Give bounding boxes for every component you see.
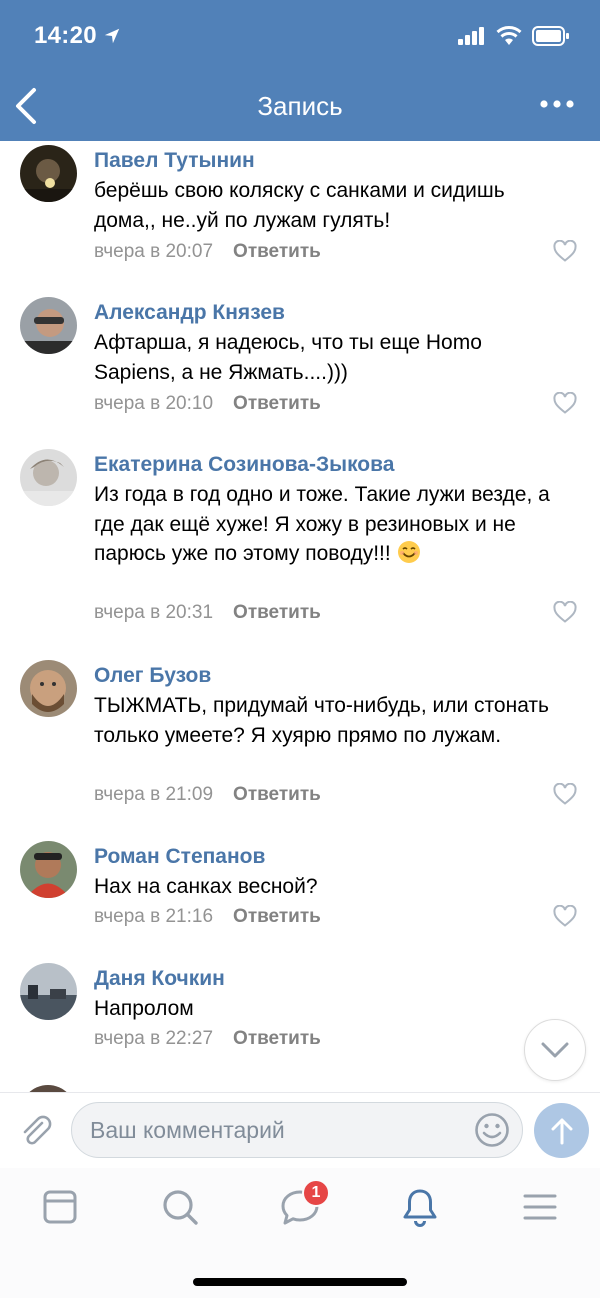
like-heart-icon[interactable] — [553, 392, 577, 414]
comment-author[interactable]: Павел Тутынин — [94, 149, 255, 173]
paperclip-icon[interactable] — [18, 1113, 54, 1149]
tab-notifications[interactable] — [390, 1182, 450, 1232]
navigation-header: 14:20 Запись — [0, 0, 600, 141]
status-time: 14:20 — [34, 22, 97, 49]
page-title: Запись — [257, 91, 343, 121]
like-heart-icon[interactable] — [553, 905, 577, 927]
comment-author[interactable]: Александр Князев — [94, 301, 285, 325]
chevron-down-icon — [541, 1042, 569, 1058]
send-button[interactable] — [534, 1103, 589, 1158]
wifi-icon — [496, 26, 522, 45]
comment-text: Афтарша, я надеюсь, что ты еще Homo Sapi… — [94, 331, 482, 384]
tab-messages[interactable]: 1 — [270, 1179, 330, 1232]
comment-time: вчера в 21:16 — [94, 906, 214, 927]
status-time-group: 14:20 — [34, 22, 121, 50]
reply-button[interactable]: Ответить — [233, 602, 321, 624]
reply-button[interactable]: Ответить — [233, 784, 321, 806]
comment-text: берёшь свою коляску с санками и сидишь д… — [94, 179, 505, 232]
comment-time: вчера в 20:10 — [94, 393, 214, 414]
avatar[interactable] — [20, 660, 77, 717]
home-indicator[interactable] — [193, 1278, 407, 1286]
battery-icon — [532, 26, 569, 46]
more-options-icon[interactable] — [540, 96, 574, 112]
comment-meta: вчера в 21:09 Ответить — [94, 784, 321, 806]
avatar[interactable] — [20, 841, 77, 898]
comment-meta: вчера в 21:16 Ответить — [94, 906, 321, 928]
comment-composer — [0, 1092, 600, 1168]
like-heart-icon[interactable] — [553, 783, 577, 805]
tab-news[interactable] — [30, 1182, 90, 1232]
comment-time: вчера в 20:31 — [94, 602, 214, 623]
like-heart-icon[interactable] — [553, 601, 577, 623]
comment-time: вчера в 21:09 — [94, 784, 214, 805]
arrow-up-icon — [551, 1118, 572, 1144]
comment-text-body: Из года в год одно и тоже. Такие лужи ве… — [94, 483, 550, 565]
comment-meta: вчера в 20:10 Ответить — [94, 393, 321, 415]
scroll-down-button[interactable] — [524, 1019, 586, 1081]
comment-time: вчера в 22:27 — [94, 1028, 214, 1049]
hamburger-menu-icon — [523, 1194, 557, 1220]
comment-text: ТЫЖМАТЬ, придумай что-нибудь, или стонат… — [94, 694, 549, 747]
tab-search[interactable] — [150, 1182, 210, 1232]
newsfeed-icon — [43, 1190, 77, 1224]
comment-text: Напролом — [94, 997, 194, 1020]
comment-meta: вчера в 22:27 Ответить — [94, 1028, 321, 1050]
tab-menu[interactable] — [510, 1182, 570, 1232]
avatar[interactable] — [20, 963, 77, 1020]
comment-meta: вчера в 20:07 Ответить — [94, 241, 321, 263]
comment-time: вчера в 20:07 — [94, 241, 214, 262]
comment-author[interactable]: Роман Степанов — [94, 845, 265, 869]
comment-author[interactable]: Екатерина Созинова-Зыкова — [94, 453, 394, 477]
smile-emoji-icon — [397, 541, 420, 563]
like-heart-icon[interactable] — [553, 240, 577, 262]
comments-list[interactable]: Павел Тутынин берёшь свою коляску с санк… — [0, 141, 600, 1091]
avatar[interactable] — [20, 145, 77, 202]
search-icon — [163, 1190, 198, 1225]
status-icons — [458, 26, 570, 46]
comment-author[interactable]: Олег Бузов — [94, 664, 211, 688]
comment-meta: вчера в 20:31 Ответить — [94, 602, 321, 624]
comment-author[interactable]: Даня Кочкин — [94, 967, 225, 991]
comment-input[interactable] — [71, 1102, 523, 1158]
comment-text: Из года в год одно и тоже. Такие лужи ве… — [94, 480, 564, 569]
messages-badge: 1 — [302, 1179, 330, 1207]
reply-button[interactable]: Ответить — [233, 241, 321, 263]
reply-button[interactable]: Ответить — [233, 1028, 321, 1050]
comment-text: Нах на санках весной? — [94, 875, 318, 898]
reply-button[interactable]: Ответить — [233, 393, 321, 415]
location-arrow-icon — [104, 28, 120, 44]
avatar[interactable] — [20, 449, 77, 506]
bell-icon — [403, 1189, 437, 1227]
reply-button[interactable]: Ответить — [233, 906, 321, 928]
avatar[interactable] — [20, 297, 77, 354]
emoji-smile-icon[interactable] — [474, 1112, 510, 1148]
signal-icon — [458, 27, 484, 45]
bottom-tab-bar: 1 — [0, 1168, 600, 1298]
